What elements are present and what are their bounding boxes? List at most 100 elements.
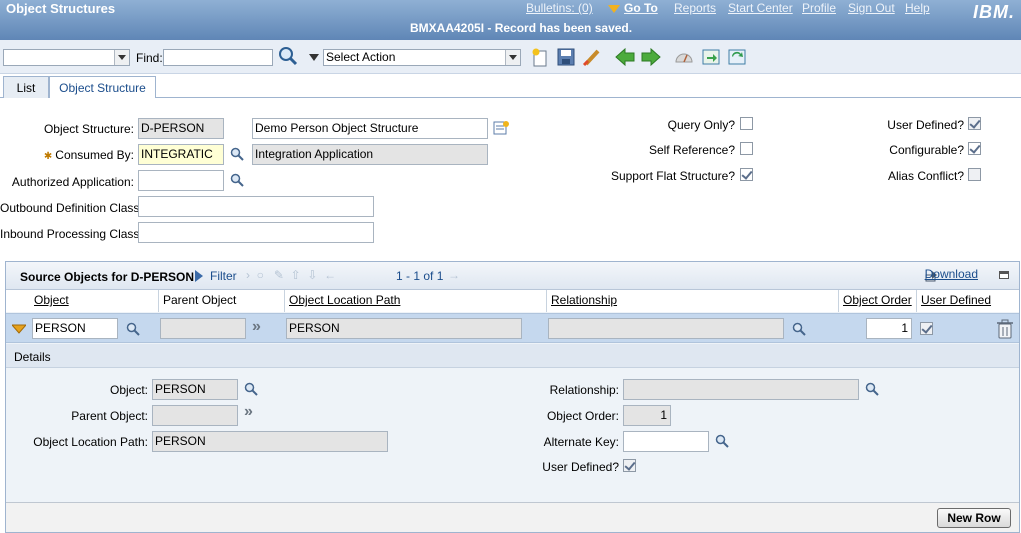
- row-object-order-field[interactable]: 1: [866, 318, 912, 339]
- ibm-logo: IBM.: [973, 2, 1015, 22]
- tab-object-structure[interactable]: Object Structure: [49, 76, 156, 100]
- row-parent-object-field: [160, 318, 246, 339]
- search-icon[interactable]: [278, 46, 298, 66]
- configurable-checkbox[interactable]: [968, 142, 981, 155]
- search-icon[interactable]: [230, 147, 244, 161]
- support-flat-structure-label: Support Flat Structure?: [610, 169, 735, 183]
- table-header-bar: Source Objects for D-PERSON Filter › ○ ✎…: [6, 262, 1019, 290]
- consumed-by-field[interactable]: INTEGRATIC: [138, 144, 224, 165]
- status-message: BMXAA4205I - Record has been saved.: [410, 21, 633, 35]
- search-icon[interactable]: [715, 434, 729, 448]
- detail-user-defined-checkbox: [623, 459, 636, 472]
- configurable-label: Configurable?: [889, 143, 964, 157]
- required-icon: ✱: [43, 151, 53, 162]
- object-structure-description[interactable]: Demo Person Object Structure: [252, 118, 488, 139]
- help-link[interactable]: Help: [905, 1, 930, 15]
- apply-changes-icon[interactable]: [701, 47, 721, 67]
- previous-record-icon[interactable]: [615, 47, 635, 67]
- authorized-application-label: Authorized Application:: [11, 175, 134, 189]
- row-details-toggle-icon[interactable]: [12, 324, 26, 334]
- start-center-link[interactable]: Start Center: [728, 1, 793, 15]
- app-title: Object Structures: [6, 1, 116, 16]
- reports-link[interactable]: Reports: [674, 1, 716, 15]
- detail-parent-object-field: [152, 405, 238, 426]
- save-icon[interactable]: [556, 47, 576, 67]
- detail-location-path-label: Object Location Path:: [33, 435, 148, 449]
- goto-arrow-icon: [608, 4, 620, 13]
- next-record-icon[interactable]: [641, 47, 661, 67]
- gauge-icon[interactable]: [674, 47, 694, 67]
- column-header-user-defined[interactable]: User Defined: [916, 290, 1019, 312]
- new-record-icon[interactable]: [530, 47, 550, 67]
- goto-link[interactable]: Go To: [608, 1, 658, 15]
- find-label: Find:: [136, 51, 163, 65]
- chevron-down-icon[interactable]: [505, 50, 520, 65]
- consumed-by-label-text: Consumed By:: [55, 148, 134, 162]
- alias-conflict-checkbox: [968, 168, 981, 181]
- column-header-relationship[interactable]: Relationship: [546, 290, 838, 312]
- row-relationship-field: [548, 318, 784, 339]
- detail-object-order-label: Object Order:: [546, 409, 619, 423]
- detail-alternate-key-label: Alternate Key:: [543, 435, 619, 449]
- inbound-processing-class-field[interactable]: [138, 222, 374, 243]
- new-row-button[interactable]: New Row: [937, 508, 1011, 528]
- inbound-processing-class-label: Inbound Processing Class:: [0, 227, 143, 241]
- table-tool-icons: › ○ ✎ ⇧ ⇩ ←: [246, 268, 337, 282]
- table-title: Source Objects for D-PERSON: [20, 270, 195, 284]
- saved-query-select[interactable]: [3, 49, 130, 66]
- filter-link[interactable]: Filter: [210, 269, 237, 283]
- table-pager: 1 - 1 of 1: [396, 269, 444, 283]
- clear-changes-icon[interactable]: [582, 47, 602, 67]
- user-defined-checkbox: [968, 117, 981, 130]
- user-defined-label: User Defined?: [887, 118, 964, 132]
- detail-parent-object-label: Parent Object:: [71, 409, 148, 423]
- filter-arrow-icon[interactable]: [194, 269, 204, 283]
- outbound-definition-class-label: Outbound Definition Class:: [0, 201, 143, 215]
- select-action-dropdown[interactable]: Select Action: [323, 49, 521, 66]
- profile-link[interactable]: Profile: [802, 1, 836, 15]
- row-user-defined-checkbox: [920, 322, 933, 335]
- chevron-down-icon[interactable]: [114, 50, 129, 65]
- search-icon[interactable]: [865, 382, 879, 396]
- trash-icon[interactable]: [996, 319, 1014, 339]
- alias-conflict-label: Alias Conflict?: [887, 169, 964, 183]
- search-icon[interactable]: [126, 322, 140, 336]
- tab-list[interactable]: List: [3, 76, 49, 99]
- object-structure-field[interactable]: D-PERSON: [138, 118, 224, 139]
- search-options-arrow-icon[interactable]: [309, 54, 319, 62]
- consumed-by-description: Integration Application: [252, 144, 488, 165]
- authorized-application-field[interactable]: [138, 170, 224, 191]
- table-row[interactable]: PERSON » PERSON 1: [6, 313, 1019, 343]
- support-flat-structure-checkbox[interactable]: [740, 168, 753, 181]
- detail-object-field[interactable]: PERSON: [152, 379, 238, 400]
- search-icon[interactable]: [244, 382, 258, 396]
- table-footer: New Row: [6, 502, 1019, 532]
- column-header-object[interactable]: Object: [6, 290, 158, 312]
- row-object-field[interactable]: PERSON: [32, 318, 118, 339]
- detail-alternate-key-field[interactable]: [623, 431, 709, 452]
- column-header-object-order[interactable]: Object Order: [838, 290, 916, 312]
- consumed-by-label: ✱ Consumed By:: [0, 148, 134, 162]
- column-header-parent-object[interactable]: Parent Object: [158, 290, 284, 312]
- download-link[interactable]: Download: [925, 267, 978, 281]
- long-description-icon[interactable]: [493, 120, 510, 136]
- search-icon[interactable]: [792, 322, 806, 336]
- self-reference-checkbox[interactable]: [740, 142, 753, 155]
- outbound-definition-class-field[interactable]: [138, 196, 374, 217]
- goto-label: Go To: [624, 1, 658, 15]
- column-header-object-location-path[interactable]: Object Location Path: [284, 290, 546, 312]
- search-icon[interactable]: [230, 173, 244, 187]
- app-header: Object Structures BMXAA4205I - Record ha…: [0, 0, 1021, 40]
- query-only-checkbox[interactable]: [740, 117, 753, 130]
- find-input[interactable]: [163, 49, 273, 66]
- parent-chain-icon[interactable]: »: [252, 318, 261, 336]
- sign-out-link[interactable]: Sign Out: [848, 1, 895, 15]
- details-title: Details: [14, 350, 51, 364]
- select-action-label: Select Action: [326, 50, 396, 64]
- parent-chain-icon[interactable]: »: [244, 403, 253, 421]
- minimize-table-icon[interactable]: [999, 271, 1009, 279]
- bulletins-link[interactable]: Bulletins: (0): [526, 1, 593, 15]
- object-structure-label: Object Structure:: [43, 122, 134, 136]
- detail-user-defined-label: User Defined?: [542, 460, 619, 474]
- sync-icon[interactable]: [727, 47, 747, 67]
